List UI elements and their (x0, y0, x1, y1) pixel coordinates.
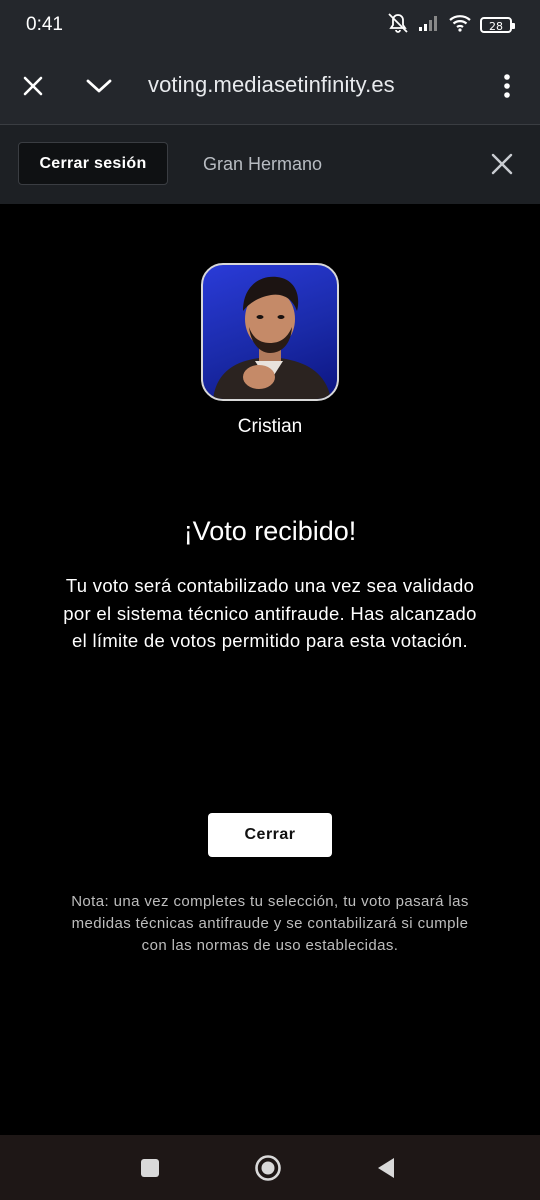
site-header: Cerrar sesión Gran Hermano (0, 125, 540, 204)
recents-icon[interactable] (135, 1153, 165, 1183)
status-icons: 28 (386, 12, 515, 39)
battery-icon: 28 (480, 17, 515, 33)
vote-received-heading: ¡Voto recibido! (183, 516, 357, 546)
url-text[interactable]: voting.mediasetinfinity.es (148, 72, 395, 98)
logout-button[interactable]: Cerrar sesión (18, 142, 168, 185)
mute-vibrate-icon (386, 12, 410, 39)
candidate-name: Cristian (237, 416, 303, 437)
chevron-down-icon[interactable] (79, 66, 119, 106)
home-icon[interactable] (253, 1153, 283, 1183)
status-time: 0:41 (26, 14, 63, 35)
navigation-bar (0, 1135, 540, 1200)
signal-icon (418, 14, 440, 37)
candidate-portrait (213, 276, 331, 399)
show-title: Gran Hermano (203, 154, 323, 174)
close-button[interactable]: Cerrar (208, 813, 332, 857)
back-icon[interactable] (371, 1153, 401, 1183)
candidate-avatar (201, 263, 339, 401)
browser-toolbar: voting.mediasetinfinity.es (0, 50, 540, 125)
vote-message: Tu voto será contabilizado una vez sea v… (63, 575, 477, 651)
status-bar: 0:41 28 (0, 0, 540, 50)
wifi-icon (448, 14, 472, 37)
close-icon[interactable] (13, 66, 53, 106)
more-vert-icon[interactable] (487, 66, 527, 106)
vote-note: Nota: una vez completes tu selección, tu… (71, 893, 469, 954)
close-icon[interactable] (486, 148, 518, 180)
